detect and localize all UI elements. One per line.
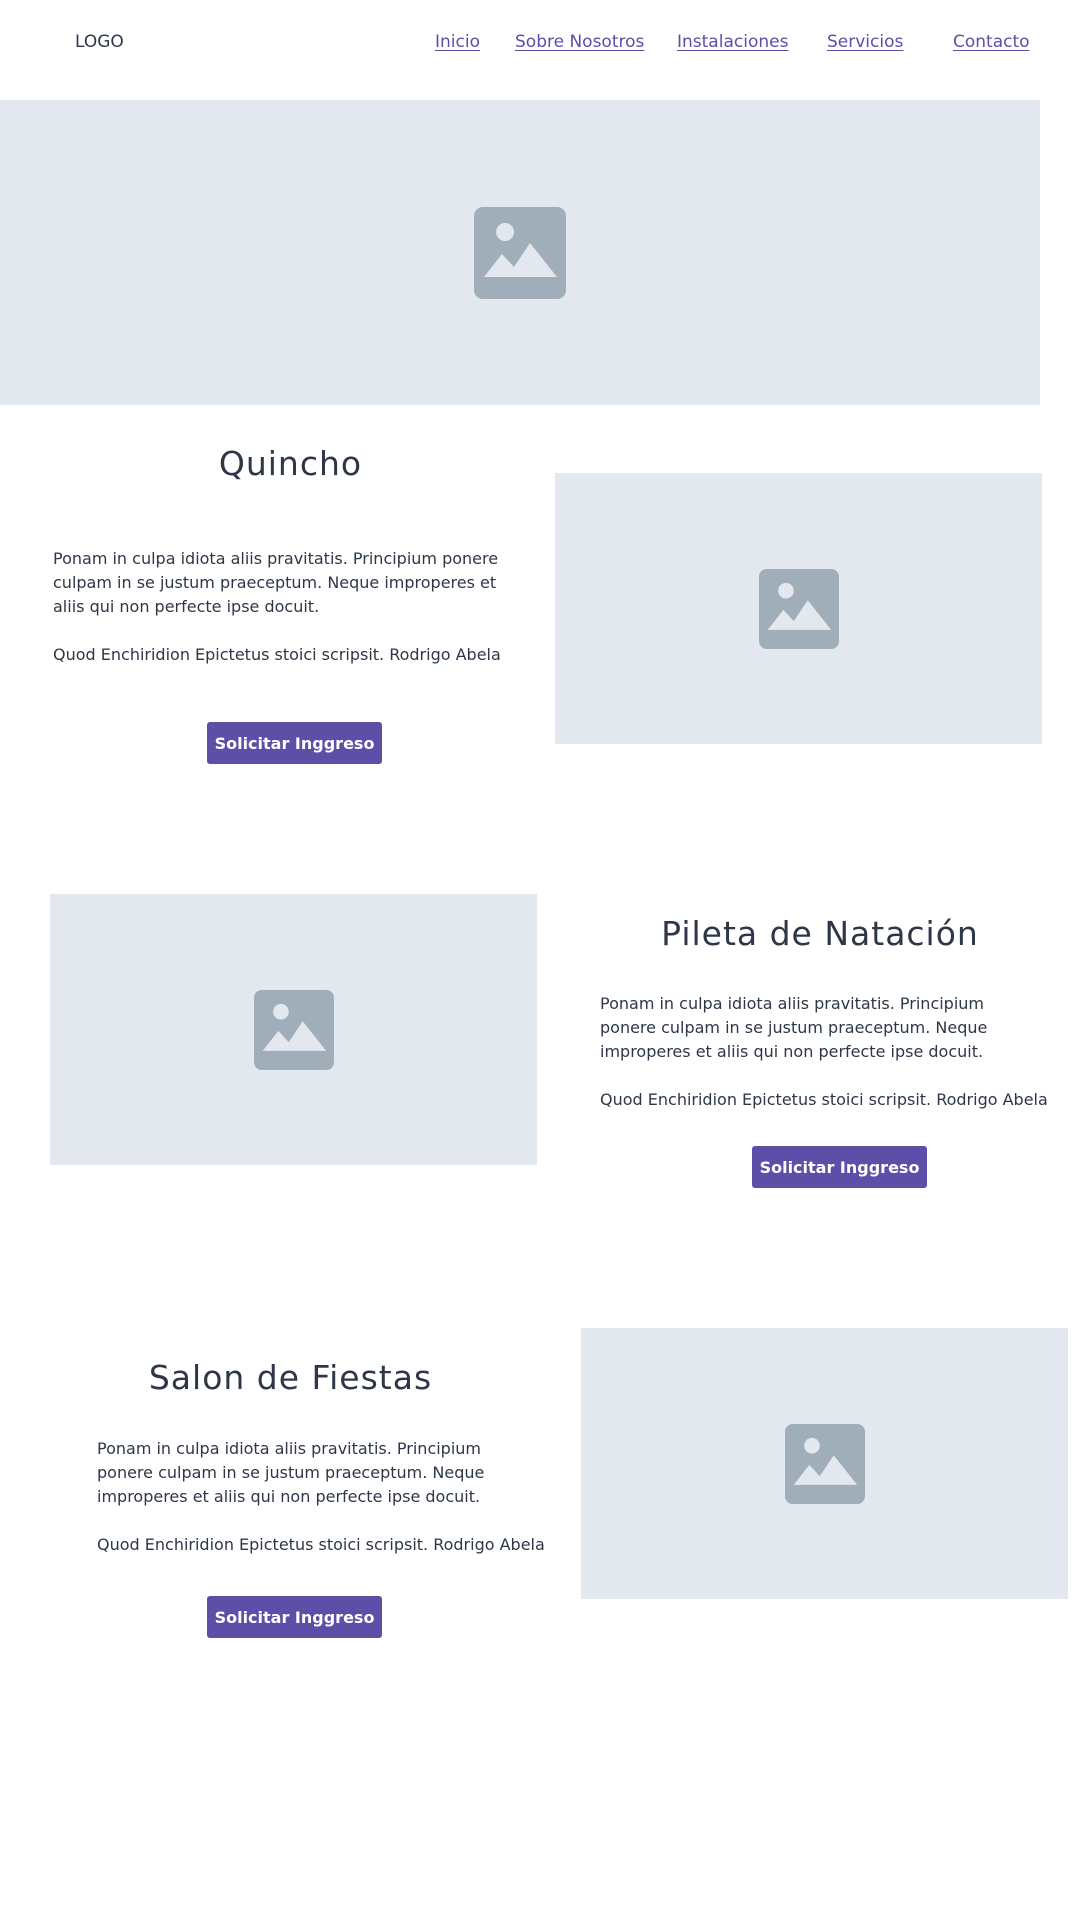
section-paragraph: Ponam in culpa idiota aliis pravitatis. … [600,994,988,1061]
hero-image [0,100,1040,405]
nav-link-inicio[interactable]: Inicio [435,32,480,52]
section-title: Pileta de Natación [661,914,979,953]
solicitar-ingreso-button[interactable]: Solicitar Inggreso [207,722,382,764]
section-title: Quincho [218,444,363,483]
section-title: Salon de Fiestas [148,1358,433,1397]
section-image [555,473,1042,744]
nav-link-instalaciones[interactable]: Instalaciones [677,32,788,52]
nav-link-servicios[interactable]: Servicios [827,32,903,52]
image-placeholder-icon [784,1423,865,1504]
solicitar-ingreso-button[interactable]: Solicitar Inggreso [207,1596,382,1638]
section-image [581,1328,1068,1599]
section-paragraph: Ponam in culpa idiota aliis pravitatis. … [97,1439,485,1506]
nav-link-sobre-nosotros[interactable]: Sobre Nosotros [515,32,644,52]
solicitar-ingreso-button[interactable]: Solicitar Inggreso [752,1146,927,1188]
image-placeholder-icon [253,989,334,1070]
section-image [50,894,537,1165]
section-paragraph: Quod Enchiridion Epictetus stoici scrips… [600,1090,1048,1109]
section-paragraph: Quod Enchiridion Epictetus stoici scrips… [97,1535,545,1554]
section-paragraph: Quod Enchiridion Epictetus stoici scrips… [53,645,501,664]
logo[interactable]: LOGO [75,32,124,52]
nav-link-contacto[interactable]: Contacto [953,32,1030,52]
image-placeholder-icon [474,206,566,299]
image-placeholder-icon [758,568,839,649]
section-paragraph: Ponam in culpa idiota aliis pravitatis. … [53,549,499,616]
